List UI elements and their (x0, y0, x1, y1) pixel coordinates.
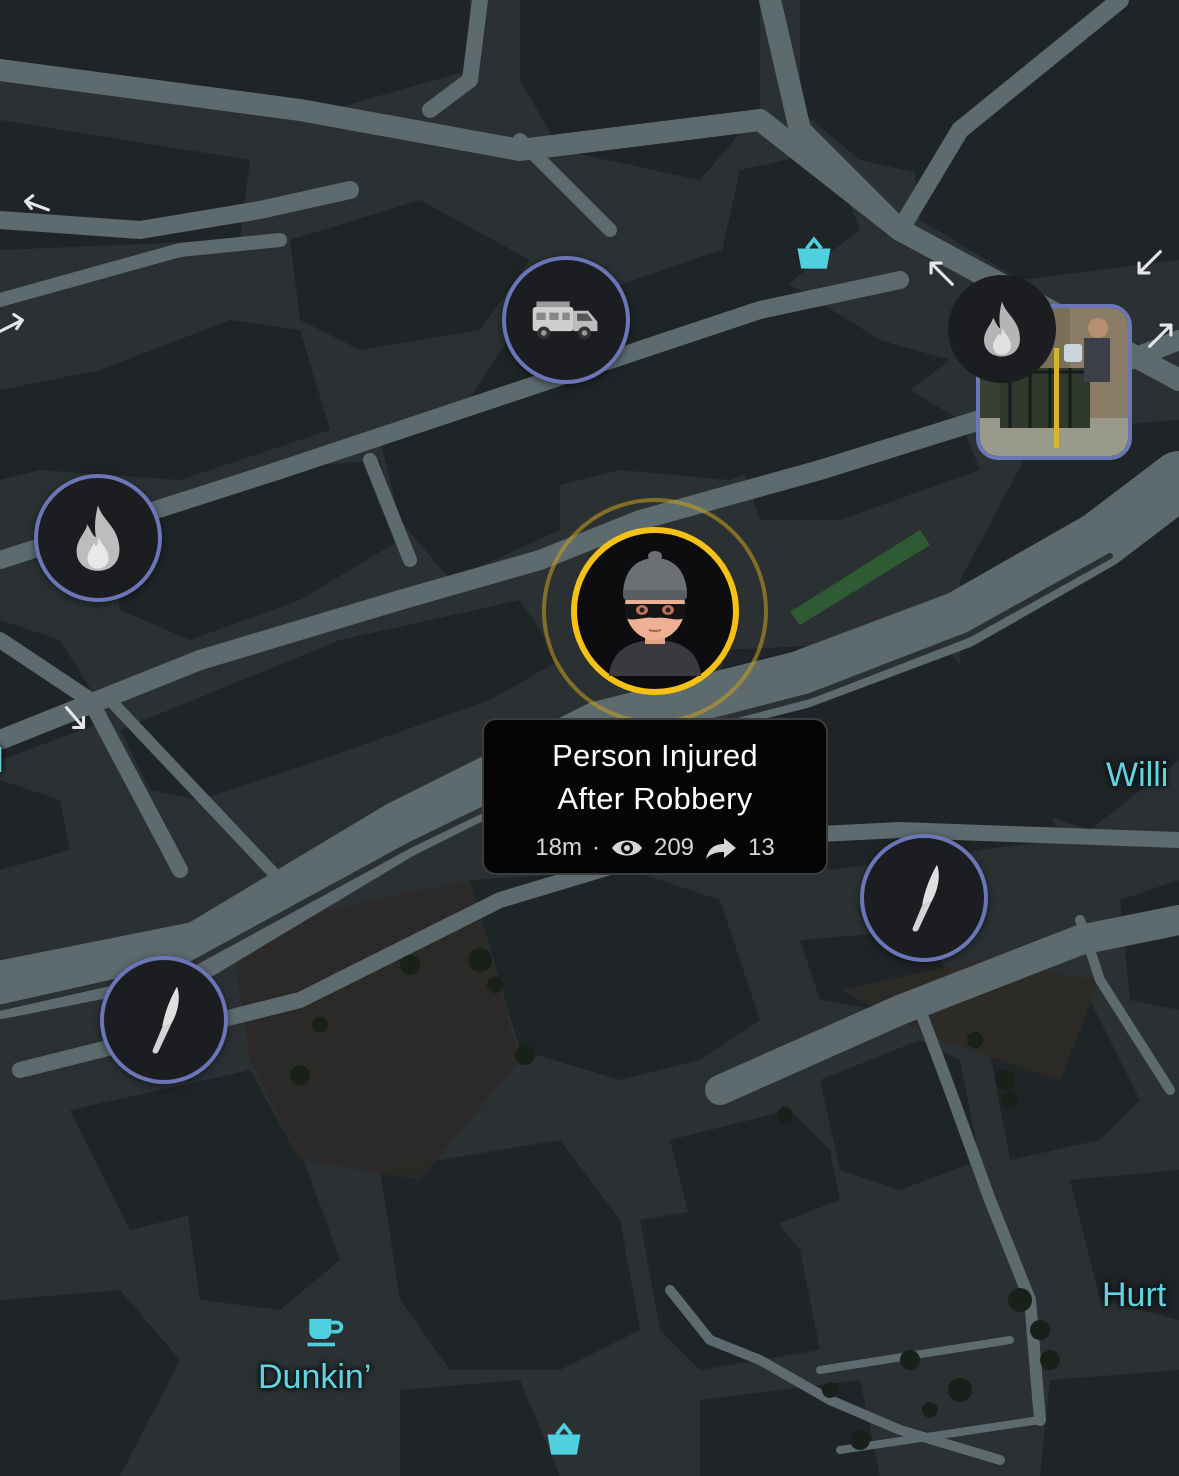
featured-incident-marker[interactable] (571, 527, 739, 695)
direction-arrow-icon (64, 706, 86, 730)
fire-truck-icon (532, 301, 598, 340)
incident-meta: 18m · 209 13 (484, 834, 826, 862)
photo-fire-marker[interactable] (948, 275, 1056, 383)
street-label: Willi (1106, 756, 1169, 794)
knife-marker[interactable] (100, 956, 228, 1084)
flame-icon (76, 505, 120, 571)
incident-age: 18m (535, 834, 582, 861)
incident-title-line2: After Robbery (557, 781, 753, 816)
burglar-avatar-icon (609, 551, 701, 676)
map-canvas[interactable]: Dunkin’ Willi Hurt l (0, 0, 1179, 1476)
direction-arrow-icon (929, 261, 954, 286)
flame-icon (984, 301, 1020, 357)
place-label-dunkin[interactable]: Dunkin’ (258, 1358, 371, 1397)
eye-icon (611, 840, 642, 856)
share-count: 13 (748, 834, 775, 861)
meta-separator: · (591, 834, 600, 861)
street-label: l (0, 742, 4, 781)
shopping-basket-icon[interactable] (792, 232, 836, 276)
direction-arrow-icon (1148, 323, 1173, 348)
shopping-basket-icon[interactable] (542, 1418, 586, 1462)
knife-icon (152, 986, 179, 1054)
share-arrow-icon (706, 838, 737, 859)
incident-title: Person Injured After Robbery (484, 734, 826, 820)
knife-marker[interactable] (860, 834, 988, 962)
coffee-cup-icon[interactable] (302, 1306, 346, 1350)
direction-arrow-icon (0, 312, 24, 334)
incident-callout[interactable]: Person Injured After Robbery 18m · 209 1… (482, 718, 828, 875)
knife-icon (912, 864, 939, 932)
direction-arrow-icon (1137, 250, 1162, 275)
fire-truck-marker[interactable] (502, 256, 630, 384)
view-count: 209 (653, 834, 695, 861)
incident-title-line1: Person Injured (552, 738, 758, 773)
direction-arrow-icon (24, 194, 50, 212)
fire-marker[interactable] (34, 474, 162, 602)
street-label: Hurt (1102, 1276, 1167, 1314)
